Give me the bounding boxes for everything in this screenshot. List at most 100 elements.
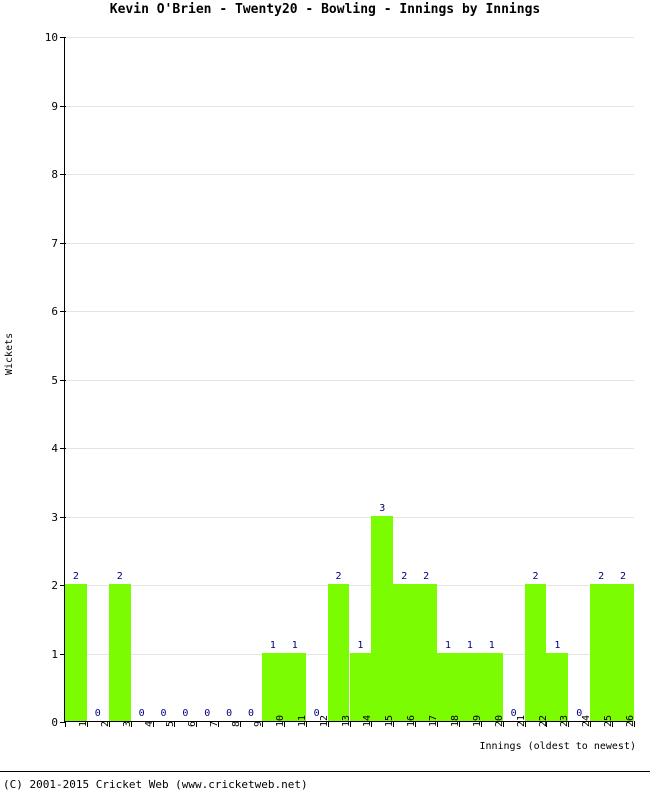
y-axis-tick xyxy=(60,105,66,107)
bar-value-label: 1 xyxy=(488,639,495,651)
gridline xyxy=(65,585,634,586)
y-axis-tick-label: 7 xyxy=(51,236,58,250)
bar-value-label: 1 xyxy=(466,639,473,651)
x-axis-tick-label: 16 xyxy=(406,714,418,727)
bar xyxy=(65,584,87,721)
y-axis-tick xyxy=(60,311,66,312)
x-axis-tick-label: 1 xyxy=(77,720,89,727)
bar-value-label: 1 xyxy=(291,639,298,651)
bar-value-label: 1 xyxy=(444,639,451,651)
x-axis-tick-label: 3 xyxy=(121,720,133,727)
gridline xyxy=(65,37,634,38)
x-axis-tick-label: 20 xyxy=(493,714,505,727)
bar-value-label: 0 xyxy=(182,708,189,719)
bar-value-label: 2 xyxy=(401,571,408,582)
x-axis-tick-label: 22 xyxy=(537,714,549,727)
x-axis-tick-label: 25 xyxy=(603,714,615,727)
y-axis-tick-label: 3 xyxy=(51,510,58,524)
bar-value-label: 1 xyxy=(269,639,276,651)
gridline xyxy=(65,174,634,175)
gridline xyxy=(65,379,634,381)
bar xyxy=(261,652,284,721)
gridline xyxy=(65,242,634,244)
bar xyxy=(349,652,372,721)
bar xyxy=(393,584,416,721)
x-axis-tick-label: 13 xyxy=(340,714,352,727)
bar-value-label: 2 xyxy=(620,571,627,582)
x-axis-tick-label: 23 xyxy=(559,714,571,727)
y-axis-tick-label: 2 xyxy=(51,579,58,592)
x-axis-tick-label: 4 xyxy=(143,720,155,727)
bar-value-label: 0 xyxy=(204,708,211,719)
bar xyxy=(415,584,438,721)
gridline xyxy=(65,448,634,449)
bar xyxy=(524,584,547,721)
bar xyxy=(371,515,394,721)
y-axis-tick xyxy=(60,37,66,38)
y-axis-tick-label: 4 xyxy=(51,442,58,455)
chart-title: Kevin O'Brien - Twenty20 - Bowling - Inn… xyxy=(109,2,541,17)
y-axis-tick-label: 6 xyxy=(51,305,58,318)
bar-value-label: 0 xyxy=(226,708,233,719)
bar xyxy=(437,652,459,721)
footer-divider xyxy=(0,771,650,772)
x-axis-tick-label: 8 xyxy=(231,720,243,727)
x-axis-tick-label: 10 xyxy=(274,714,286,727)
x-axis-tick-label: 6 xyxy=(187,720,199,727)
gridline xyxy=(65,311,634,312)
x-axis-tick-label: 12 xyxy=(318,714,330,727)
x-axis-tick-label: 15 xyxy=(384,714,396,727)
bar xyxy=(108,584,131,721)
bar xyxy=(327,584,350,721)
y-axis-title: Wickets xyxy=(4,332,15,375)
bar-value-label: 3 xyxy=(379,502,386,514)
y-axis-tick-label: 0 xyxy=(51,716,58,729)
y-axis-tick xyxy=(60,448,66,449)
bar xyxy=(612,584,634,721)
y-axis-tick xyxy=(60,242,66,244)
y-axis-tick-label: 8 xyxy=(51,168,58,181)
bar-value-label: 2 xyxy=(72,571,79,582)
bar-value-label: 0 xyxy=(94,708,101,719)
bar xyxy=(283,652,306,721)
gridline xyxy=(65,516,634,518)
plot-area: 20200000011021322111021022 xyxy=(60,37,635,727)
bar-value-label: 0 xyxy=(160,708,167,719)
bar xyxy=(590,584,613,721)
bowling-innings-chart: Kevin O'Brien - Twenty20 - Bowling - Inn… xyxy=(0,0,650,800)
bar-value-label: 0 xyxy=(138,708,145,719)
x-axis-tick-label: 24 xyxy=(581,714,593,727)
x-axis-tick-label: 5 xyxy=(165,720,177,727)
bar-value-label: 2 xyxy=(335,571,342,582)
x-axis-tick-label: 2 xyxy=(99,720,111,727)
y-axis-tick-label: 5 xyxy=(51,373,58,387)
bar xyxy=(458,652,481,721)
x-axis-tick-label: 19 xyxy=(471,714,483,727)
y-axis-tick xyxy=(60,379,66,381)
footer-copyright: (C) 2001-2015 Cricket Web (www.cricketwe… xyxy=(3,778,308,791)
bar-value-label: 1 xyxy=(357,639,364,651)
y-axis-tick xyxy=(60,174,66,175)
x-axis-tick-label: 11 xyxy=(296,714,308,727)
bar xyxy=(480,652,503,721)
x-axis-tick-label: 17 xyxy=(428,714,440,727)
x-axis-tick-label: 18 xyxy=(449,714,461,727)
bar-value-label: 2 xyxy=(598,571,605,582)
x-axis-tick-label: 26 xyxy=(625,714,637,727)
bar-value-label: 2 xyxy=(116,571,123,582)
y-axis-tick-label: 1 xyxy=(51,647,58,661)
x-axis-tick-label: 9 xyxy=(253,720,265,727)
y-axis-tick-label: 9 xyxy=(51,99,58,113)
x-axis-tick-label: 21 xyxy=(515,714,527,727)
bar-value-label: 2 xyxy=(532,571,539,582)
x-axis-title: Innings (oldest to newest) xyxy=(479,741,636,752)
bar-value-label: 2 xyxy=(423,571,430,582)
bar-value-label: 1 xyxy=(554,639,561,651)
x-axis-tick-label: 7 xyxy=(209,720,221,727)
gridline xyxy=(65,105,634,107)
y-axis-tick-label: 10 xyxy=(44,31,58,44)
y-axis-tick xyxy=(60,516,66,518)
bar-value-label: 0 xyxy=(247,708,255,719)
bar xyxy=(546,652,569,721)
x-axis-tick-label: 14 xyxy=(362,714,374,727)
